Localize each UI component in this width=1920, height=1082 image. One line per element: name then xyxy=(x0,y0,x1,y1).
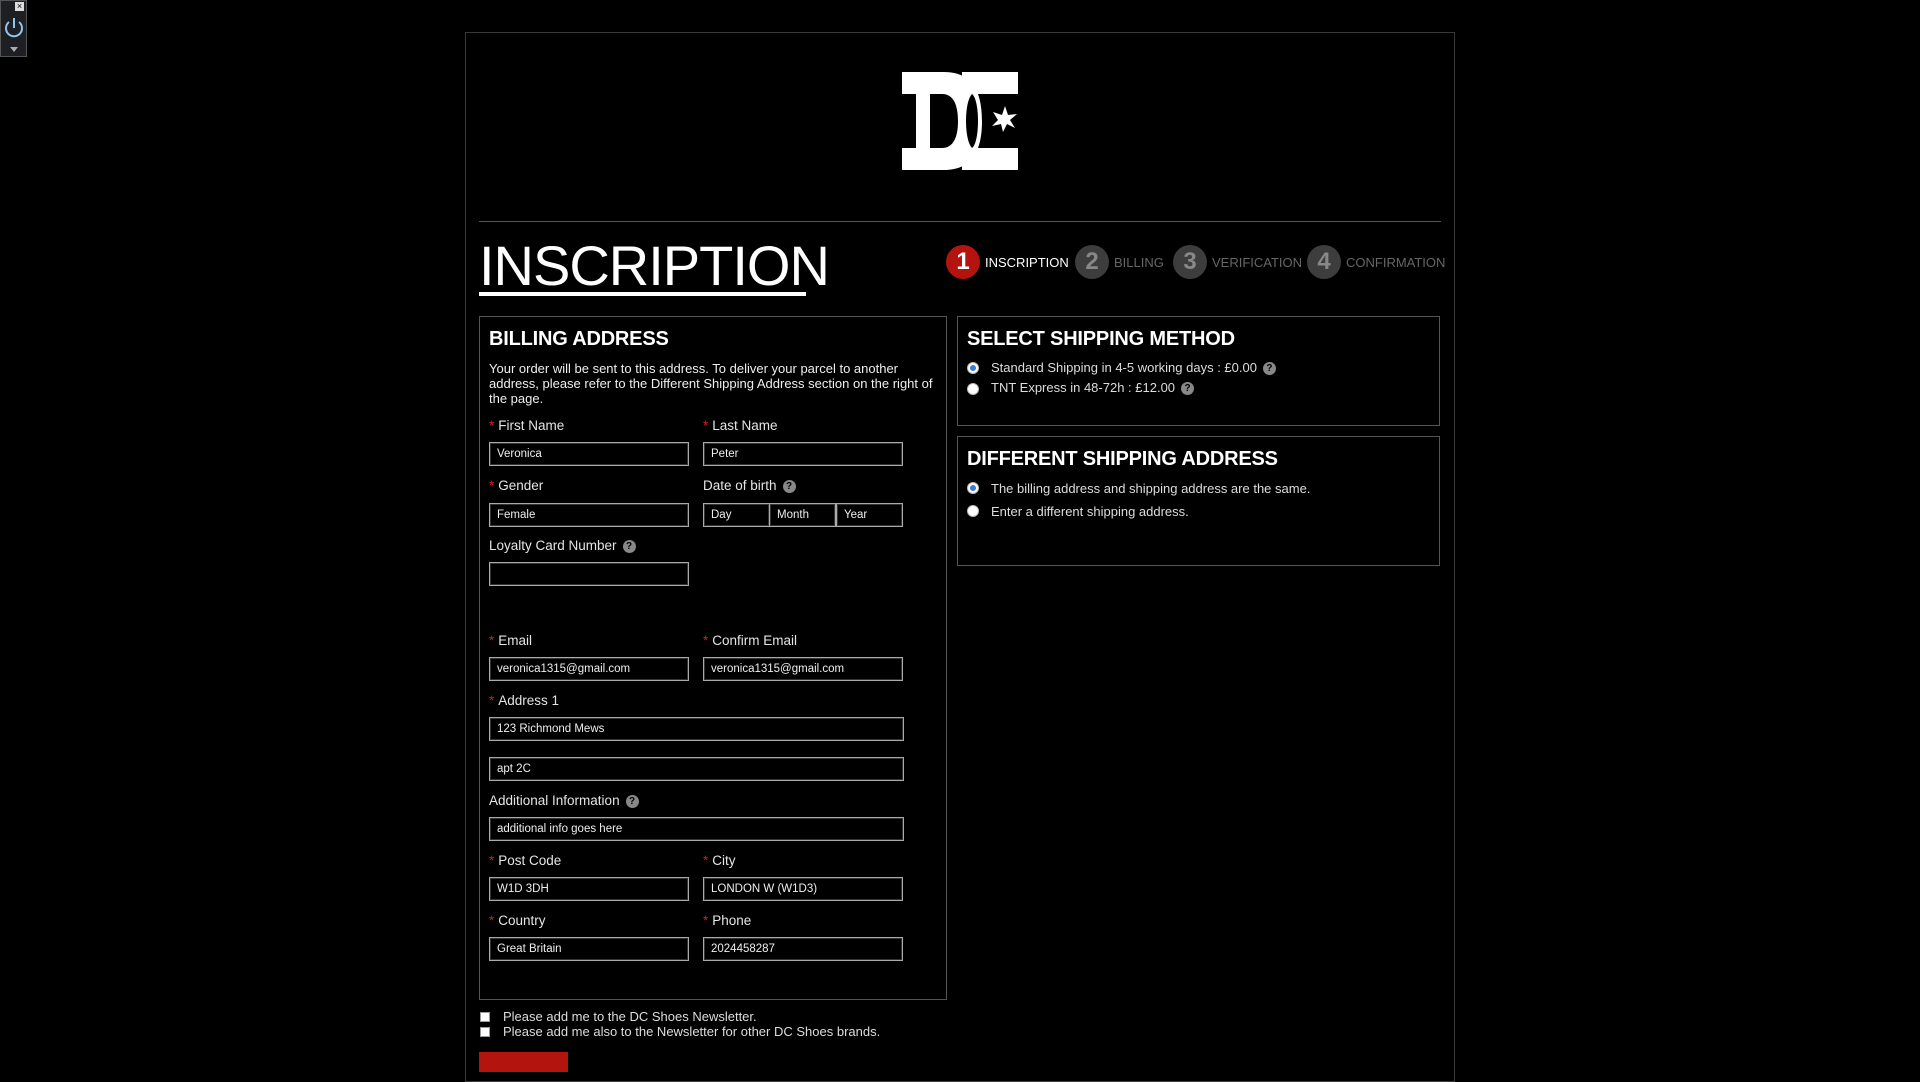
step-confirmation: 4 CONFIRMATION xyxy=(1307,245,1445,279)
other-newsletter-label: Please add me also to the Newsletter for… xyxy=(503,1024,881,1039)
help-icon[interactable]: ? xyxy=(1262,362,1276,376)
step-label: CONFIRMATION xyxy=(1346,254,1446,270)
shipping-method-title: SELECT SHIPPING METHOD xyxy=(967,328,1235,350)
confirm-email-label: * Confirm Email xyxy=(703,633,798,648)
step-label: BILLING xyxy=(1114,254,1164,270)
gender-label: * Gender xyxy=(489,478,544,493)
same-address-radio[interactable] xyxy=(967,482,979,494)
page-title: INSCRIPTION xyxy=(479,234,830,297)
header-divider xyxy=(479,221,1441,222)
help-icon[interactable]: ? xyxy=(625,794,639,808)
step-number: 3 xyxy=(1173,245,1207,279)
shipping-address-title: DIFFERENT SHIPPING ADDRESS xyxy=(967,448,1278,470)
gender-select[interactable]: Female xyxy=(489,503,689,527)
dc-newsletter-label: Please add me to the DC Shoes Newsletter… xyxy=(503,1009,757,1024)
dob-month-select[interactable]: Month xyxy=(769,503,836,527)
different-address-option[interactable]: Enter a different shipping address. xyxy=(991,504,1189,519)
address2-input[interactable]: apt 2C xyxy=(489,757,904,781)
tnt-express-option[interactable]: TNT Express in 48-72h : £12.00? xyxy=(991,380,1195,396)
billing-address-title: BILLING ADDRESS xyxy=(489,328,669,350)
step-number: 4 xyxy=(1307,245,1341,279)
close-icon[interactable]: × xyxy=(15,2,24,11)
dob-day-select[interactable]: Day xyxy=(703,503,770,527)
tnt-express-radio[interactable] xyxy=(967,383,979,395)
standard-shipping-radio[interactable] xyxy=(967,362,979,374)
last-name-input[interactable]: Peter xyxy=(703,442,903,466)
first-name-label: * First Name xyxy=(489,418,565,433)
city-label: * City xyxy=(703,853,736,868)
power-icon[interactable] xyxy=(3,16,25,40)
country-label: * Country xyxy=(489,913,546,928)
dob-label: Date of birth? xyxy=(703,478,796,493)
loyalty-card-label: Loyalty Card Number? xyxy=(489,538,636,553)
help-icon[interactable]: ? xyxy=(622,539,636,553)
step-number: 1 xyxy=(946,245,980,279)
first-name-input[interactable]: Veronica xyxy=(489,442,689,466)
step-billing: 2 BILLING xyxy=(1075,245,1164,279)
help-icon[interactable]: ? xyxy=(782,479,796,493)
help-icon[interactable]: ? xyxy=(1181,382,1195,396)
last-name-label: * Last Name xyxy=(703,418,778,433)
title-underline xyxy=(479,292,806,296)
dob-year-select[interactable]: Year xyxy=(836,503,903,527)
confirm-email-input[interactable]: veronica1315@gmail.com xyxy=(703,657,903,681)
email-input[interactable]: veronica1315@gmail.com xyxy=(489,657,689,681)
standard-shipping-option[interactable]: Standard Shipping in 4-5 working days : … xyxy=(991,360,1276,376)
dc-logo: DC xyxy=(902,72,1018,170)
country-select[interactable]: Great Britain xyxy=(489,937,689,961)
power-widget[interactable]: × xyxy=(0,0,27,57)
step-number: 2 xyxy=(1075,245,1109,279)
step-label: INSCRIPTION xyxy=(985,254,1069,270)
post-code-label: * Post Code xyxy=(489,853,562,868)
additional-info-label: Additional Information? xyxy=(489,793,639,808)
phone-input[interactable]: 2024458287 xyxy=(703,937,903,961)
address1-label: * Address 1 xyxy=(489,693,560,708)
city-select[interactable]: LONDON W (W1D3) xyxy=(703,877,903,901)
step-label: VERIFICATION xyxy=(1212,254,1303,270)
email-label: * Email xyxy=(489,633,533,648)
billing-intro-text: Your order will be sent to this address.… xyxy=(489,361,933,406)
continue-button[interactable] xyxy=(479,1052,568,1072)
address1-input[interactable]: 123 Richmond Mews xyxy=(489,717,904,741)
step-verification: 3 VERIFICATION xyxy=(1173,245,1302,279)
post-code-input[interactable]: W1D 3DH xyxy=(489,877,689,901)
different-address-radio[interactable] xyxy=(967,505,979,517)
step-inscription: 1 INSCRIPTION xyxy=(946,245,1069,279)
additional-info-input[interactable]: additional info goes here xyxy=(489,817,904,841)
other-newsletter-checkbox[interactable] xyxy=(480,1027,490,1037)
loyalty-card-input[interactable] xyxy=(489,562,689,586)
chevron-down-icon[interactable] xyxy=(10,47,18,52)
phone-label: * Phone xyxy=(703,913,752,928)
same-address-option[interactable]: The billing address and shipping address… xyxy=(991,481,1310,496)
dc-newsletter-checkbox[interactable] xyxy=(480,1012,490,1022)
